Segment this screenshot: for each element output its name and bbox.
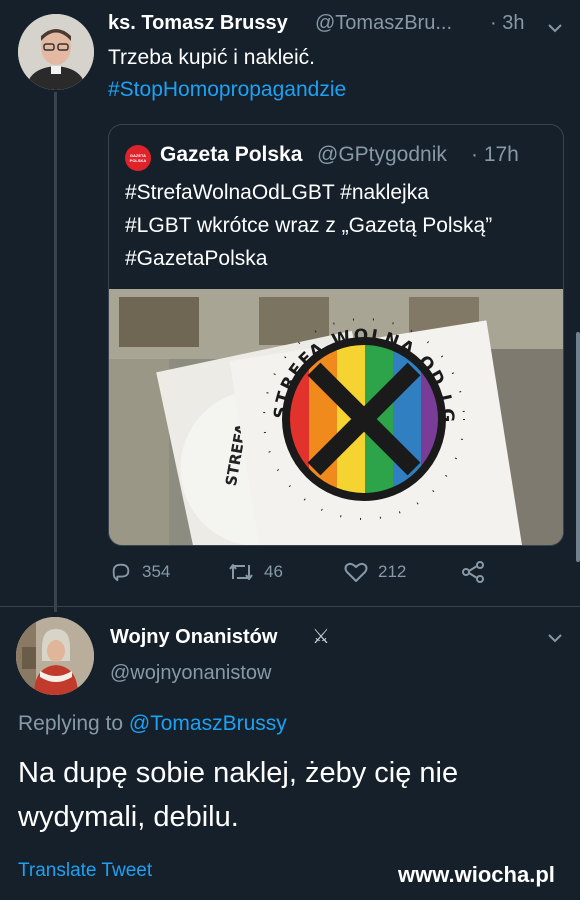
translate-tweet-link[interactable]: Translate Tweet xyxy=(18,860,152,882)
tweet-divider xyxy=(0,606,580,607)
avatar-wojny[interactable] xyxy=(16,617,94,695)
tweet2-text-line-2: wydymali, debilu. xyxy=(18,801,239,833)
reply-count: 354 xyxy=(142,562,171,581)
tweet1-author-name[interactable]: ks. Tomasz Brussy xyxy=(108,12,288,35)
watermark: www.wiocha.pl xyxy=(398,862,555,887)
chevron-down-icon xyxy=(548,24,562,33)
share-action[interactable] xyxy=(461,561,485,583)
heart-icon xyxy=(344,562,368,582)
quote-text-line-1: #StrefaWolnaOdLGBT #naklejka xyxy=(125,181,429,204)
gazeta-polska-avatar[interactable]: GAZETA POLSKA xyxy=(125,145,151,171)
tweet1-timestamp[interactable]: · 3h xyxy=(490,12,524,35)
quoted-tweet-card[interactable]: GAZETA POLSKA Gazeta Polska @GPtygodnik … xyxy=(108,124,564,546)
tweet1-more-button[interactable] xyxy=(548,20,562,38)
tweet1-hashtag[interactable]: #StopHomopropagandzie xyxy=(108,78,346,102)
thread-connector-line xyxy=(54,92,57,612)
tweet2-text-line-1: Na dupę sobie naklej, żeby cię nie xyxy=(18,757,459,789)
replying-to-prefix: Replying to xyxy=(18,712,124,735)
like-action[interactable]: 212 xyxy=(344,561,406,583)
quote-author-name[interactable]: Gazeta Polska xyxy=(160,143,302,167)
chevron-down-icon xyxy=(548,634,562,643)
quote-author-handle[interactable]: @GPtygodnik xyxy=(317,143,447,167)
reply-action[interactable]: 354 xyxy=(110,561,170,583)
retweet-icon xyxy=(229,564,253,580)
replying-to-handle[interactable]: @TomaszBrussy xyxy=(129,712,287,735)
quote-text-line-3: #GazetaPolska xyxy=(125,247,268,270)
tweet2-author-name[interactable]: Wojny Onanistów xyxy=(110,626,277,649)
share-icon xyxy=(462,561,484,583)
like-count: 212 xyxy=(378,562,407,581)
retweet-action[interactable]: 46 xyxy=(228,561,283,583)
replying-to-label: Replying to @TomaszBrussy xyxy=(18,712,287,736)
tweet2-more-button[interactable] xyxy=(548,630,562,648)
quote-timestamp[interactable]: · 17h xyxy=(471,143,519,167)
quote-text-line-2: #LGBT wkrótce wraz z „Gazetą Polską” xyxy=(125,214,493,237)
reply-icon xyxy=(112,563,130,582)
scrollbar[interactable] xyxy=(576,332,580,562)
swords-icon: ⚔ xyxy=(312,626,330,648)
avatar-tomasz-image xyxy=(18,14,94,90)
sticker-photo: STREFA STREFA WOLNA OD LGBT xyxy=(109,289,563,545)
avatar-wojny-image xyxy=(16,617,94,695)
quote-media-image[interactable]: STREFA STREFA WOLNA OD LGBT xyxy=(109,289,563,545)
retweet-count: 46 xyxy=(264,562,283,581)
avatar-tomasz[interactable] xyxy=(18,14,94,90)
gazeta-polska-logo-text: GAZETA POLSKA xyxy=(129,153,147,163)
tweet2-author-handle[interactable]: @wojnyonanistow xyxy=(110,662,272,685)
tweet1-author-handle[interactable]: @TomaszBru... xyxy=(315,12,452,35)
tweet1-text: Trzeba kupić i nakleić. xyxy=(108,46,315,69)
